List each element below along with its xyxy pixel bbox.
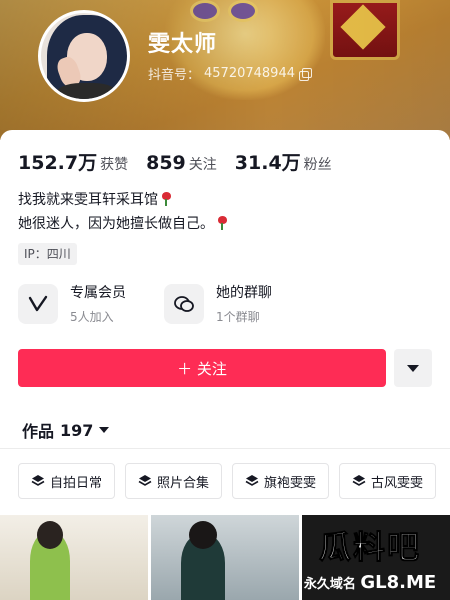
chevron-down-icon: [407, 364, 419, 372]
feature-group-chat[interactable]: 她的群聊 1个群聊: [164, 282, 272, 325]
stat-likes[interactable]: 152.7万 获赞: [18, 148, 128, 175]
chat-icon: [164, 283, 204, 324]
video-thumbnail[interactable]: [151, 515, 299, 600]
divider: [0, 448, 450, 449]
account-id-label: 抖音号：: [148, 68, 201, 83]
bio-line-2: 她很迷人，因为她擅长做自己。: [18, 216, 214, 232]
feature-membership[interactable]: 专属会员 5人加入: [18, 282, 126, 325]
works-label: 作品: [22, 422, 55, 441]
stat-followers[interactable]: 31.4万 粉丝: [235, 148, 332, 175]
layers-icon: [245, 475, 259, 486]
account-id-value: 45720748944: [204, 66, 295, 81]
works-tab[interactable]: 作品 197: [22, 418, 110, 442]
avatar[interactable]: [38, 10, 130, 102]
bio-line-1: 找我就来雯耳轩采耳馆: [18, 192, 158, 208]
follow-button[interactable]: ＋ 关注: [18, 349, 386, 387]
more-options-button[interactable]: [394, 349, 432, 387]
stat-following[interactable]: 859 关注: [146, 152, 217, 174]
stats-row: 152.7万 获赞 859 关注 31.4万 粉丝: [18, 148, 332, 175]
vip-icon: [18, 283, 58, 324]
video-thumbnail[interactable]: [0, 515, 148, 600]
copy-icon[interactable]: [299, 67, 312, 81]
collection-chips: 自拍日常 照片合集 旗袍雯雯 古风雯雯: [18, 463, 437, 499]
profile-name: 雯太师: [148, 32, 218, 57]
layers-icon: [138, 475, 152, 486]
layers-icon: [31, 475, 45, 486]
watermark-logo: 瓜料吧: [318, 528, 421, 567]
collection-chip[interactable]: 古风雯雯: [339, 463, 437, 499]
account-id-row[interactable]: 抖音号： 45720748944: [148, 64, 312, 83]
collection-chip[interactable]: 旗袍雯雯: [232, 463, 330, 499]
works-count: 197: [60, 420, 94, 440]
layers-icon: [352, 475, 366, 486]
collection-chip[interactable]: 自拍日常: [18, 463, 116, 499]
watermark-domain: 永久域名 GL8.ME: [303, 572, 437, 593]
collection-chip[interactable]: 照片合集: [125, 463, 223, 499]
site-watermark: 瓜料吧 永久域名 GL8.ME: [296, 515, 444, 600]
rose-icon: [216, 216, 228, 230]
ip-location-tag: IP：四川: [18, 243, 77, 265]
bio: 找我就来雯耳轩采耳馆 她很迷人，因为她擅长做自己。: [18, 188, 228, 236]
chevron-down-icon: [99, 427, 110, 433]
rose-icon: [160, 192, 172, 206]
profile-sheet: 152.7万 获赞 859 关注 31.4万 粉丝 找我就来雯耳轩采耳馆 她很迷人，因…: [0, 130, 450, 600]
